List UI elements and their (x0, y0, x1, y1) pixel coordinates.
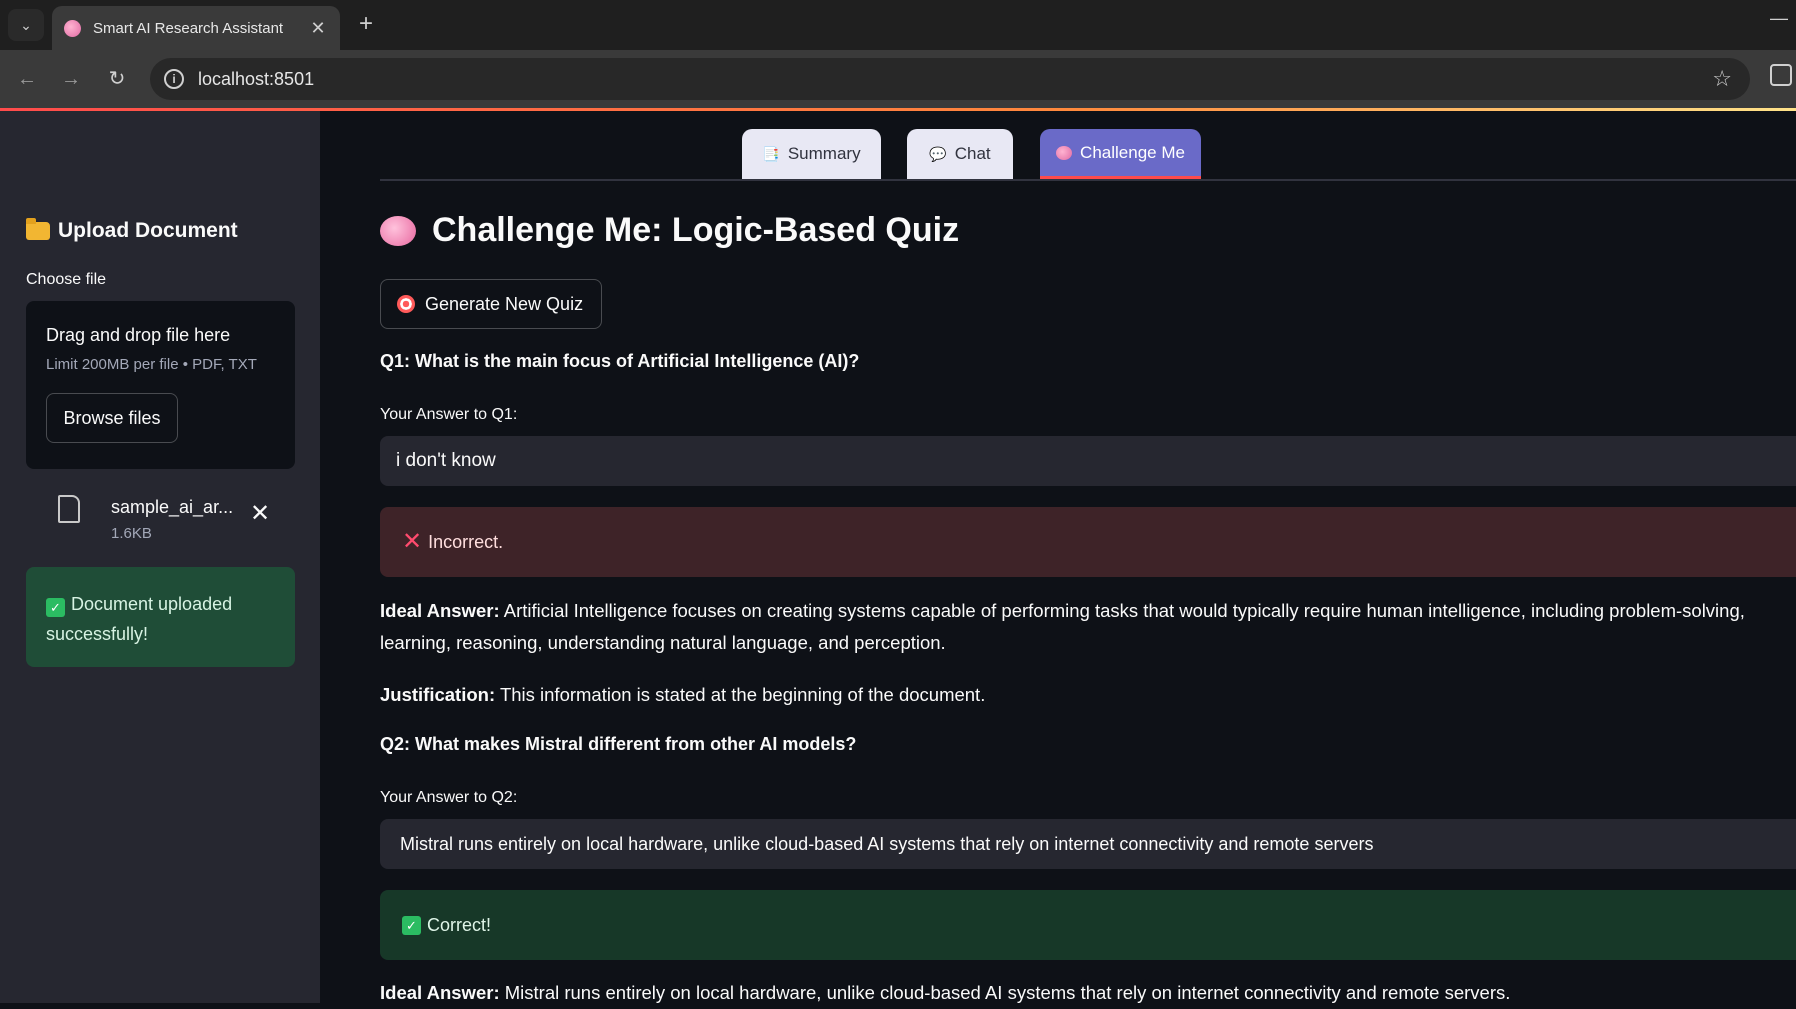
minimize-window-icon[interactable]: — (1770, 8, 1788, 29)
address-bar[interactable]: i localhost:8501 ☆ (150, 58, 1750, 100)
browse-files-button[interactable]: Browse files (46, 393, 178, 443)
tab-chat[interactable]: 💬 Chat (907, 129, 1013, 179)
remove-file-icon[interactable]: ✕ (250, 499, 270, 528)
uploaded-file-name: sample_ai_ar... (111, 497, 234, 517)
brain-icon (1056, 145, 1073, 160)
brain-icon (380, 215, 416, 246)
justification-1: Justification: This information is state… (380, 679, 1796, 711)
file-dropzone[interactable]: Drag and drop file here Limit 200MB per … (26, 301, 295, 469)
tab-challenge-label: Challenge Me (1080, 142, 1185, 162)
ideal-answer-1: Ideal Answer: Artificial Intelligence fo… (380, 595, 1796, 659)
cross-mark-icon: ✕ (402, 528, 423, 555)
browser-tabstrip: ⌄ Smart AI Research Assistant ✕ + — (0, 0, 1796, 50)
justification-1-text: This information is stated at the beginn… (499, 684, 986, 705)
tab-summary-label: Summary (787, 144, 861, 163)
sidebar-heading-text: Upload Document (58, 219, 238, 242)
ideal-answer-2: Ideal Answer: Mistral runs entirely on l… (380, 977, 1796, 1009)
upload-success-text: Document uploaded successfully! (46, 594, 233, 644)
uploaded-file-size: 1.6KB (111, 525, 152, 542)
close-tab-icon[interactable]: ✕ (308, 18, 328, 39)
new-tab-icon[interactable]: + (352, 10, 380, 38)
page-title-text: Challenge Me: Logic-Based Quiz (432, 211, 960, 249)
sidebar: Upload Document Choose file Drag and dro… (0, 111, 320, 1003)
tab-search-dropdown-icon[interactable]: ⌄ (8, 9, 44, 41)
tab-summary[interactable]: 📑 Summary (742, 129, 881, 179)
answer-1-label: Your Answer to Q1: (380, 406, 518, 423)
generate-quiz-button[interactable]: Generate New Quiz (380, 279, 602, 329)
file-icon (58, 495, 80, 523)
bookmark-star-icon[interactable]: ☆ (1712, 66, 1732, 92)
question-1: Q1: What is the main focus of Artificial… (380, 351, 860, 371)
ideal-answer-1-label: Ideal Answer: (380, 600, 500, 621)
browser-tab-title: Smart AI Research Assistant (93, 19, 284, 37)
site-info-icon[interactable]: i (164, 69, 184, 89)
dropzone-title: Drag and drop file here (46, 325, 231, 345)
incorrect-alert: ✕ Incorrect. (380, 507, 1796, 577)
document-icon: 📑 (762, 145, 780, 162)
speech-bubble-icon: 💬 (929, 145, 947, 162)
ideal-answer-2-label: Ideal Answer: (380, 982, 500, 1003)
question-2: Q2: What makes Mistral different from ot… (380, 734, 857, 754)
file-uploader-label: Choose file (26, 271, 107, 288)
folder-icon (26, 218, 50, 240)
answer-1-input[interactable]: i don't know (380, 436, 1796, 486)
correct-alert: ✓ Correct! (380, 890, 1796, 960)
url-text[interactable]: localhost:8501 (198, 69, 314, 90)
forward-arrow-icon[interactable]: → (56, 64, 86, 94)
check-icon: ✓ (402, 915, 421, 935)
incorrect-text: Incorrect. (428, 532, 504, 552)
main-content: 📑 Summary 💬 Chat Challenge Me Challenge … (320, 111, 1796, 1003)
tab-chat-label: Chat (954, 144, 991, 163)
reload-icon[interactable]: ↻ (102, 64, 132, 94)
uploaded-file-item: sample_ai_ar... 1.6KB ✕ (26, 483, 295, 553)
browser-toolbar: ← → ↻ i localhost:8501 ☆ (0, 50, 1796, 108)
correct-text: Correct! (427, 915, 492, 935)
generate-quiz-label: Generate New Quiz (425, 293, 584, 314)
ideal-answer-2-text: Mistral runs entirely on local hardware,… (504, 982, 1511, 1003)
answer-2-input[interactable]: Mistral runs entirely on local hardware,… (380, 819, 1796, 869)
extensions-icon[interactable] (1770, 64, 1792, 86)
tab-challenge-me[interactable]: Challenge Me (1040, 129, 1201, 179)
tab-bar: 📑 Summary 💬 Chat Challenge Me (380, 111, 1796, 181)
target-icon (397, 295, 415, 313)
upload-success-alert: ✓ Document uploaded successfully! (26, 567, 295, 667)
sidebar-heading: Upload Document (26, 218, 238, 243)
answer-2-label: Your Answer to Q2: (380, 789, 518, 806)
brain-favicon-icon (64, 19, 81, 37)
browser-tab[interactable]: Smart AI Research Assistant ✕ (52, 6, 340, 50)
check-icon: ✓ (46, 598, 65, 617)
justification-1-label: Justification: (380, 684, 496, 705)
dropzone-limit: Limit 200MB per file • PDF, TXT (46, 356, 257, 373)
back-arrow-icon[interactable]: ← (12, 64, 42, 94)
page-title: Challenge Me: Logic-Based Quiz (380, 211, 959, 250)
ideal-answer-1-text: Artificial Intelligence focuses on creat… (380, 600, 1745, 653)
